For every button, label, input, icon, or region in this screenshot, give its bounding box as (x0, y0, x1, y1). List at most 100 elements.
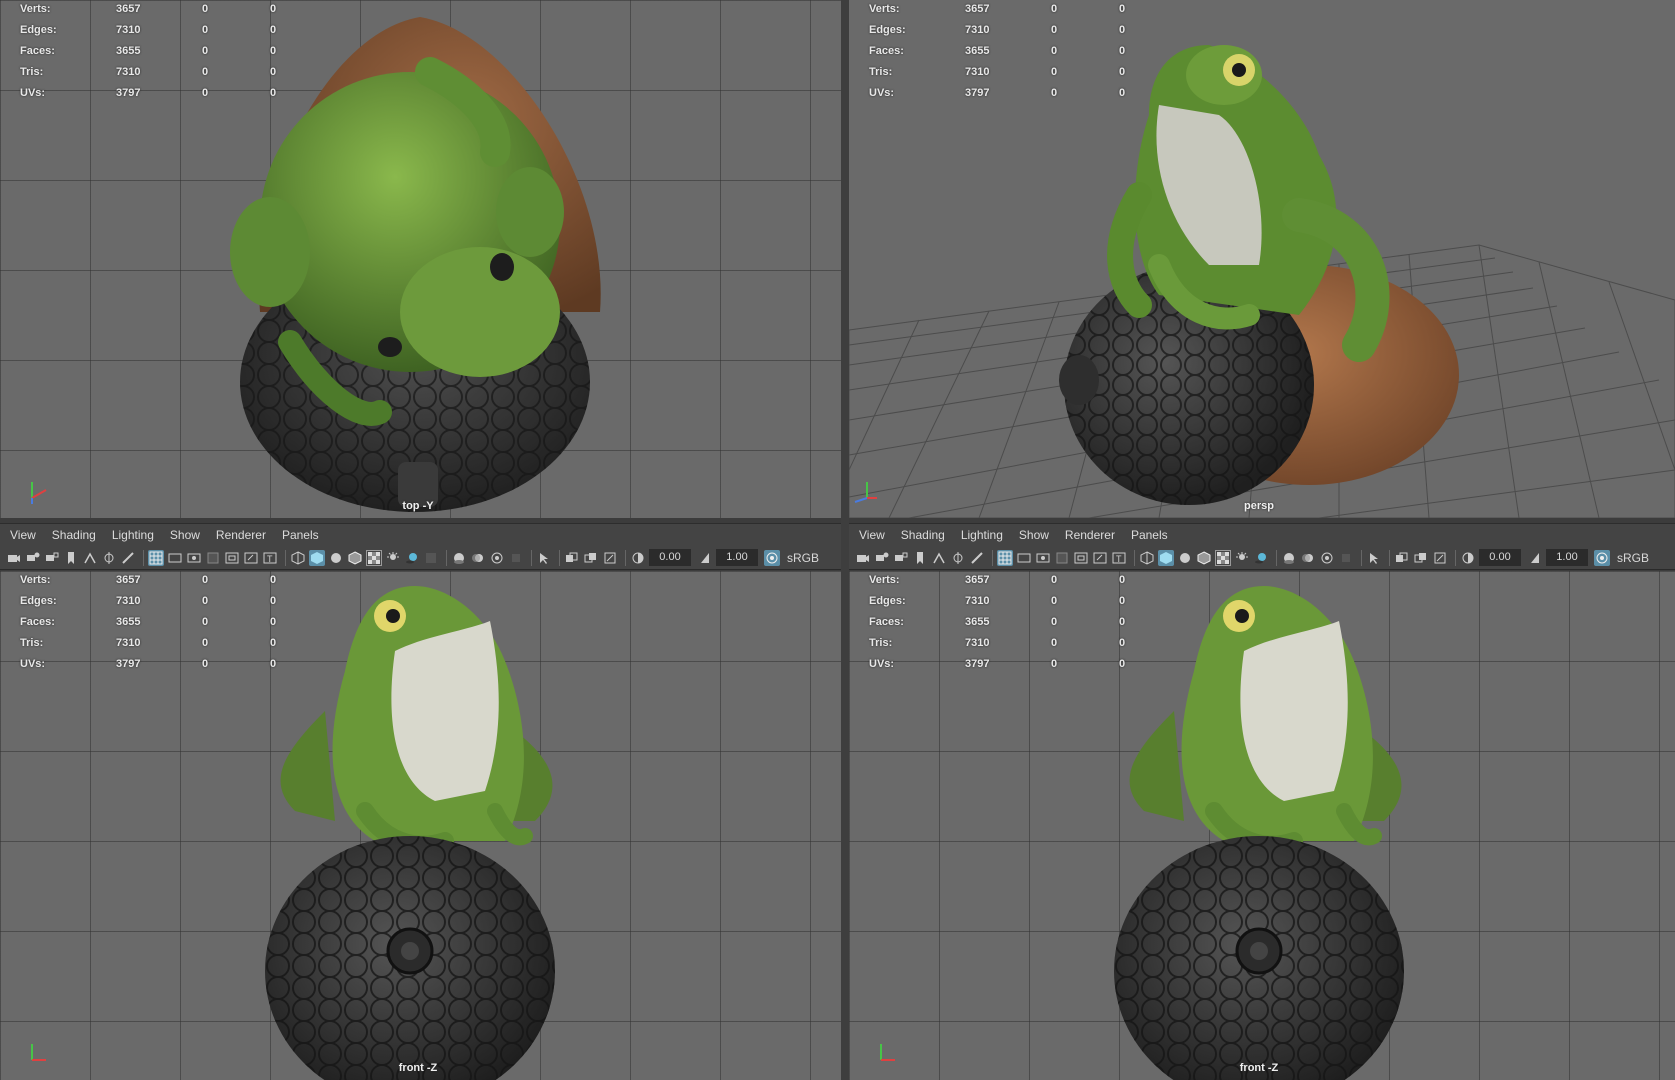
wireframe-icon[interactable] (290, 550, 306, 566)
bookmark-icon[interactable] (63, 550, 79, 566)
menu-view[interactable]: View (10, 528, 36, 542)
wireframe-icon[interactable] (1139, 550, 1155, 566)
xray-joints-icon[interactable] (1432, 550, 1448, 566)
camera-icon[interactable] (855, 550, 871, 566)
gamma-field[interactable]: 1.00 (1546, 549, 1588, 566)
frog-acorn-model-front[interactable] (265, 581, 585, 1080)
color-manage-icon[interactable] (764, 549, 780, 566)
film-gate-icon[interactable] (167, 550, 183, 566)
toolbar-separator (559, 549, 560, 566)
safe-title-icon[interactable]: T (262, 550, 278, 566)
hud-row-faces: Faces: 3655 0 0 (20, 45, 277, 57)
isolate-select-icon[interactable] (1366, 550, 1382, 566)
xray-icon[interactable] (1394, 550, 1410, 566)
motion-blur-icon[interactable] (470, 550, 486, 566)
two-d-pan-icon[interactable] (950, 550, 966, 566)
wireframe-on-shaded-icon[interactable] (347, 550, 363, 566)
menu-shading[interactable]: Shading (52, 528, 96, 542)
resolution-gate-icon[interactable] (1035, 550, 1051, 566)
default-material-icon[interactable] (1177, 550, 1193, 566)
menu-lighting[interactable]: Lighting (112, 528, 154, 542)
default-material-icon[interactable] (328, 550, 344, 566)
viewport-persp[interactable]: Verts: 3657 0 0 Edges: 7310 0 0 Faces: 3655 0 0 T… (849, 0, 1675, 518)
gate-mask-icon[interactable] (1054, 550, 1070, 566)
depth-of-field-icon[interactable] (1338, 550, 1354, 566)
bookmark-icon[interactable] (912, 550, 928, 566)
field-chart-icon[interactable] (1073, 550, 1089, 566)
camera-icon[interactable] (6, 550, 22, 566)
gate-mask-icon[interactable] (205, 550, 221, 566)
menu-renderer[interactable]: Renderer (216, 528, 266, 542)
shadows-icon[interactable] (404, 550, 420, 566)
camera-label: persp (1244, 500, 1274, 512)
wireframe-on-shaded-icon[interactable] (1196, 550, 1212, 566)
color-manage-icon[interactable] (1594, 549, 1610, 566)
color-space-label[interactable]: sRGB (1617, 551, 1649, 565)
shadows-icon[interactable] (1253, 550, 1269, 566)
motion-blur-icon[interactable] (1300, 550, 1316, 566)
smooth-shade-icon[interactable] (309, 549, 325, 566)
safe-action-icon[interactable] (1092, 550, 1108, 566)
hud-row-uvs: UVs: 3797 0 0 (869, 87, 1126, 99)
menu-show[interactable]: Show (170, 528, 200, 542)
anti-aliasing-icon[interactable] (489, 550, 505, 566)
resolution-gate-icon[interactable] (186, 550, 202, 566)
camera-attrs-icon[interactable] (25, 550, 41, 566)
xray-icon[interactable] (564, 550, 580, 566)
depth-of-field-icon[interactable] (508, 550, 524, 566)
hud-row-verts: Verts: 3657 0 0 (869, 3, 1126, 15)
textured-icon[interactable] (1215, 549, 1231, 566)
viewport-front-right[interactable]: Verts: 3657 0 0 Edges: 7310 0 0 Faces: 3655 0 0 T… (849, 571, 1675, 1080)
isolate-select-icon[interactable] (536, 550, 552, 566)
camera-lock-icon[interactable] (44, 550, 60, 566)
use-all-lights-icon[interactable] (385, 550, 401, 566)
menu-lighting[interactable]: Lighting (961, 528, 1003, 542)
image-plane-icon[interactable] (82, 550, 98, 566)
exposure-icon[interactable] (1460, 550, 1476, 566)
image-plane-icon[interactable] (931, 550, 947, 566)
gamma-icon[interactable] (1527, 550, 1543, 566)
gamma-field[interactable]: 1.00 (716, 549, 758, 566)
panel-divider-vertical[interactable] (841, 0, 849, 1080)
xray-active-components-icon[interactable] (1413, 550, 1429, 566)
toolbar-separator (1389, 549, 1390, 566)
hud-row-tris: Tris: 7310 0 0 (20, 637, 277, 649)
xray-joints-icon[interactable] (602, 550, 618, 566)
frog-acorn-model-front[interactable] (1114, 581, 1434, 1080)
menu-show[interactable]: Show (1019, 528, 1049, 542)
grease-pencil-icon[interactable] (969, 550, 985, 566)
use-all-lights-icon[interactable] (1234, 550, 1250, 566)
grease-pencil-icon[interactable] (120, 550, 136, 566)
menu-panels[interactable]: Panels (282, 528, 319, 542)
color-space-label[interactable]: sRGB (787, 551, 819, 565)
camera-lock-icon[interactable] (893, 550, 909, 566)
camera-attrs-icon[interactable] (874, 550, 890, 566)
screen-space-ao-icon[interactable] (1281, 550, 1297, 566)
grid-icon[interactable] (148, 549, 164, 566)
viewport-front-left[interactable]: Verts: 3657 0 0 Edges: 7310 0 0 Faces: 3655 0 0 T… (0, 571, 841, 1080)
menu-shading[interactable]: Shading (901, 528, 945, 542)
ambient-occlusion-icon[interactable] (423, 550, 439, 566)
safe-action-icon[interactable] (243, 550, 259, 566)
hud-row-uvs: UVs: 3797 0 0 (869, 658, 1126, 670)
two-d-pan-icon[interactable] (101, 550, 117, 566)
menu-view[interactable]: View (859, 528, 885, 542)
field-chart-icon[interactable] (224, 550, 240, 566)
menu-panels[interactable]: Panels (1131, 528, 1168, 542)
xray-active-components-icon[interactable] (583, 550, 599, 566)
grid-icon[interactable] (997, 549, 1013, 566)
menu-renderer[interactable]: Renderer (1065, 528, 1115, 542)
anti-aliasing-icon[interactable] (1319, 550, 1335, 566)
exposure-field[interactable]: 0.00 (649, 549, 691, 566)
poly-count-hud: Verts: 3657 0 0 Edges: 7310 0 0 Faces: 3655 0 0 T… (849, 0, 1149, 105)
screen-space-ao-icon[interactable] (451, 550, 467, 566)
safe-title-icon[interactable]: T (1111, 550, 1127, 566)
exposure-field[interactable]: 0.00 (1479, 549, 1521, 566)
gamma-icon[interactable] (697, 550, 713, 566)
smooth-shade-icon[interactable] (1158, 549, 1174, 566)
exposure-icon[interactable] (630, 550, 646, 566)
frog-acorn-model-persp[interactable] (1039, 35, 1459, 515)
viewport-top[interactable]: Verts: 3657 0 0 Edges: 7310 0 0 Faces: 3655 0 0 T… (0, 0, 841, 518)
film-gate-icon[interactable] (1016, 550, 1032, 566)
textured-icon[interactable] (366, 549, 382, 566)
